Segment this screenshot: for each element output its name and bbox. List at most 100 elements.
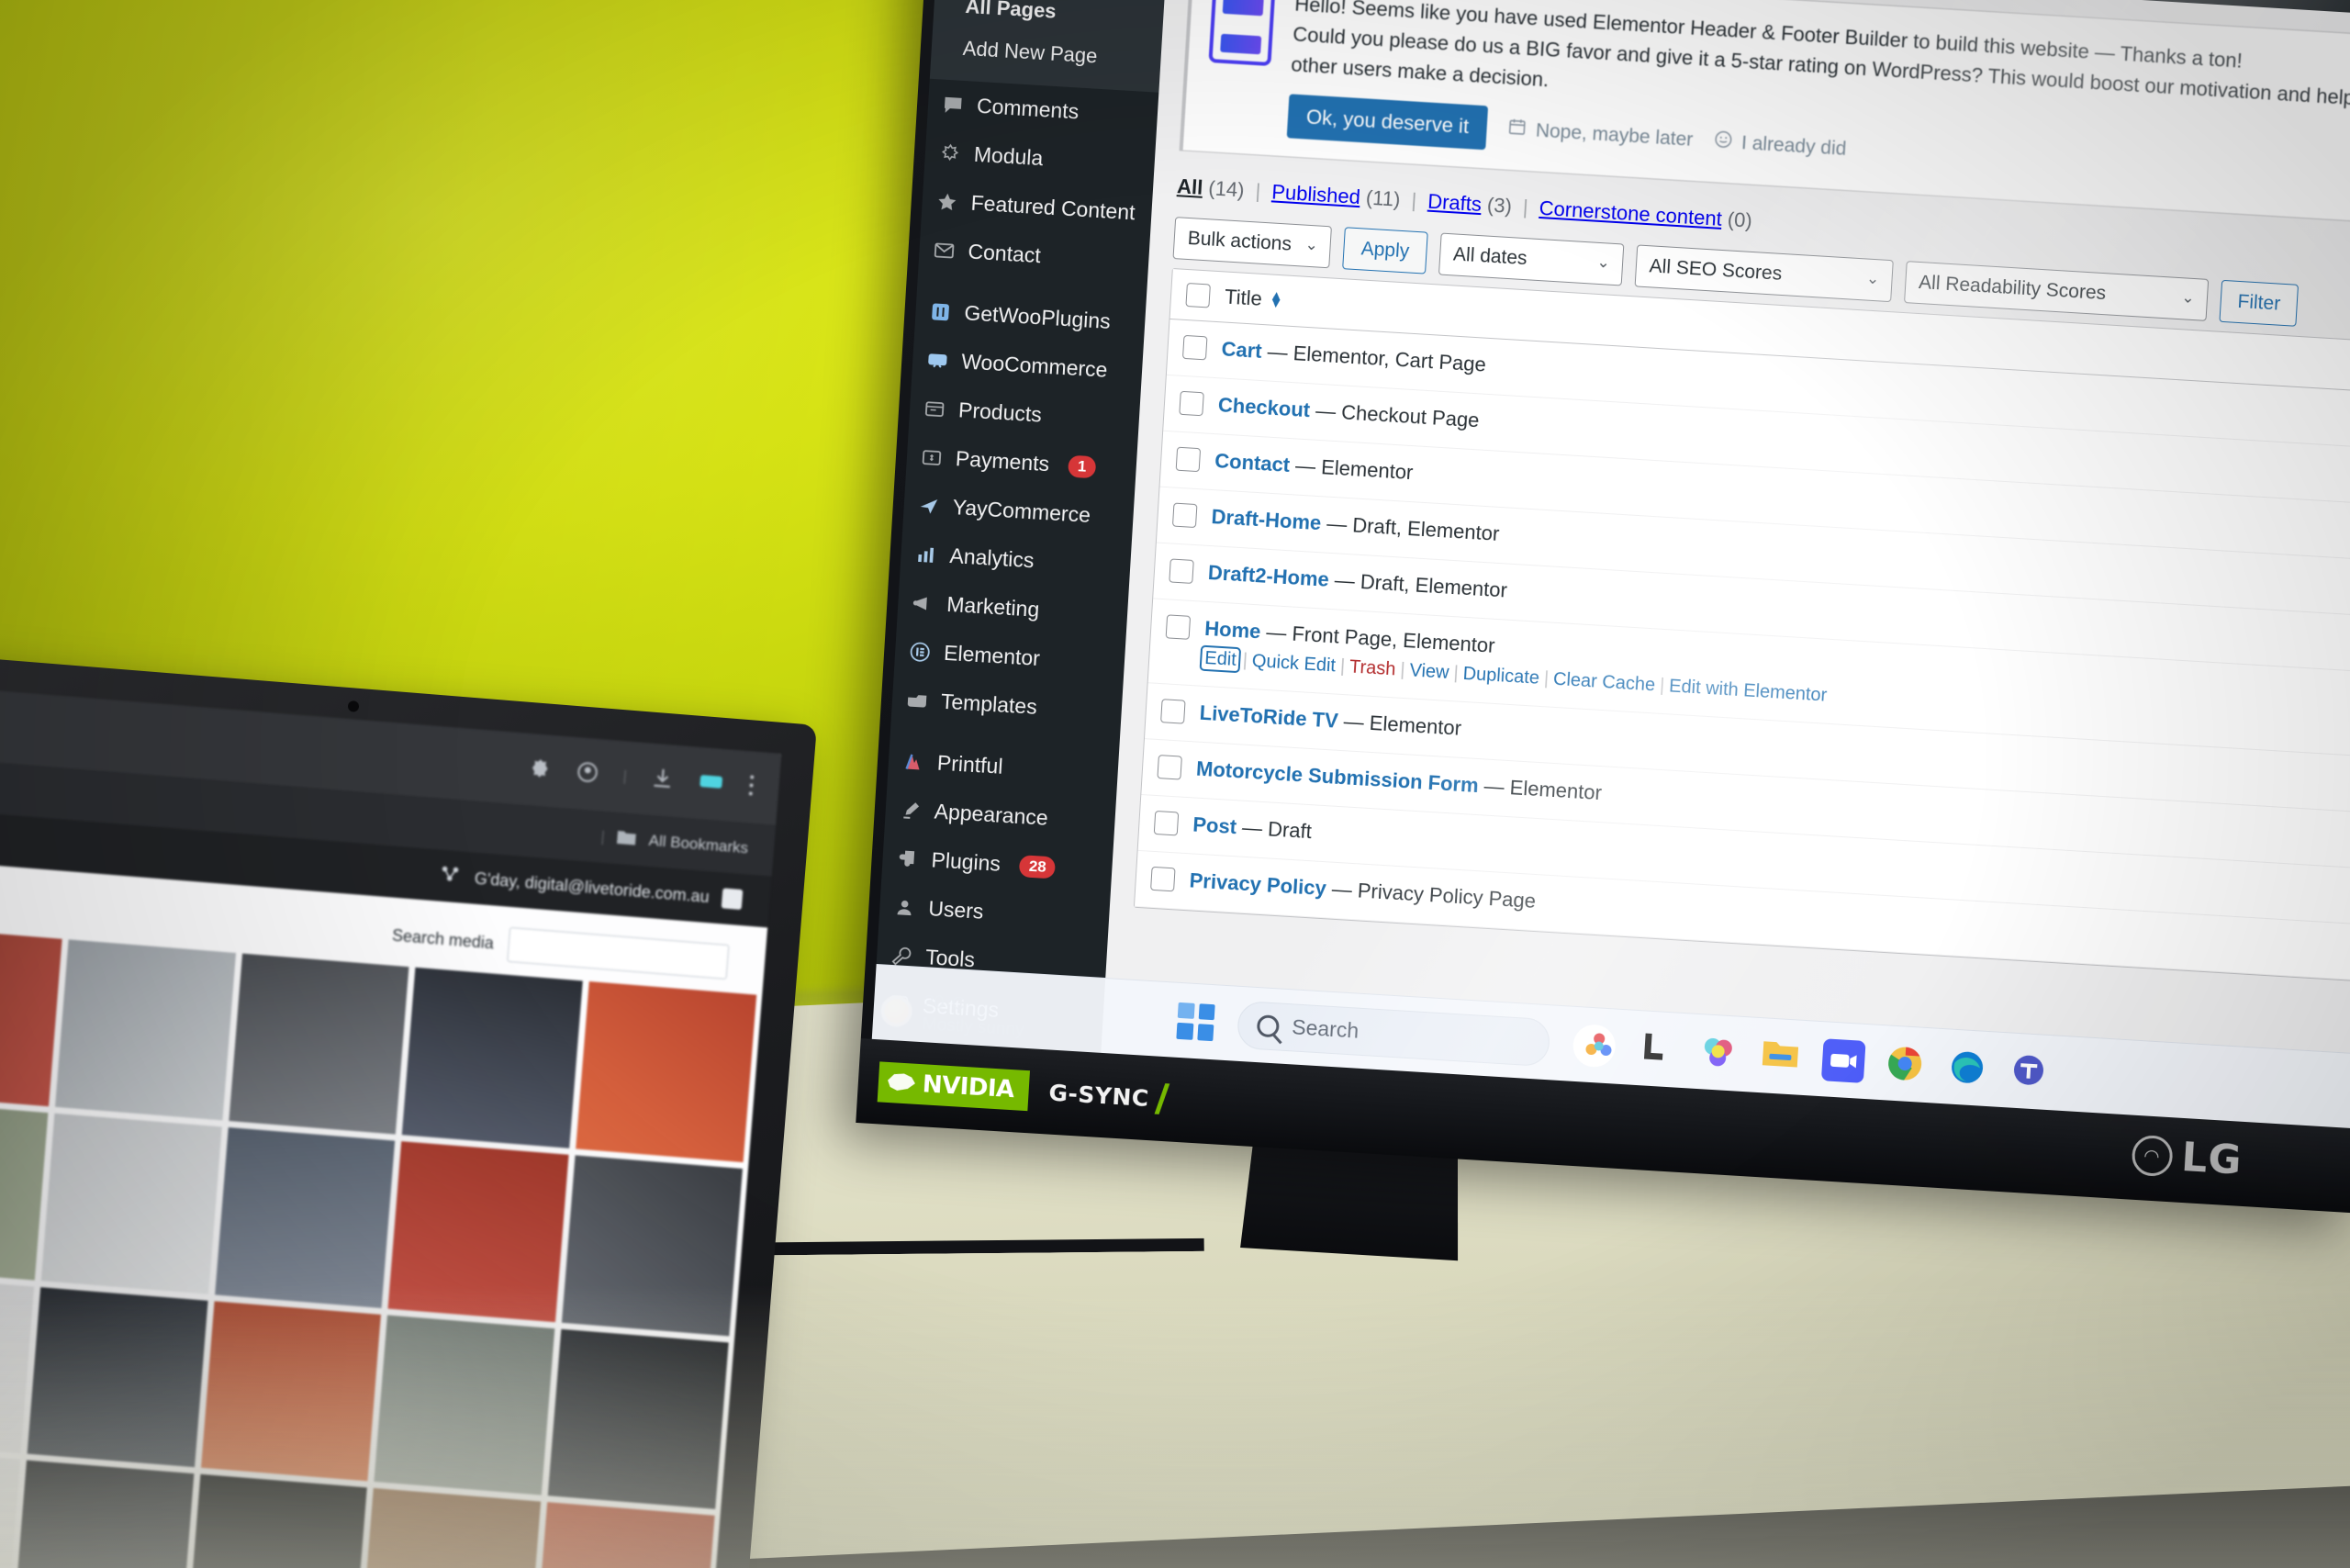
row-select-checkbox[interactable] — [1157, 755, 1182, 780]
account-avatar[interactable] — [721, 888, 744, 911]
filter-link-all[interactable]: All — [1177, 174, 1204, 199]
row-select-checkbox[interactable] — [1153, 810, 1180, 836]
filter-count-published: (11) — [1365, 185, 1402, 211]
media-thumbnail[interactable] — [0, 1099, 49, 1281]
readability-filter-value: All Readability Scores — [1918, 271, 2107, 305]
media-thumbnail[interactable] — [374, 1315, 555, 1496]
yaycommerce-icon — [916, 493, 942, 519]
media-thumbnail[interactable] — [186, 1474, 368, 1568]
account-email-label[interactable]: G'day, digital@livetoride.com.au — [474, 868, 710, 907]
row-action-duplicate[interactable]: Duplicate — [1462, 664, 1540, 689]
select-all-checkbox[interactable] — [1185, 282, 1211, 308]
tab-icon[interactable] — [698, 771, 725, 796]
page-title-link[interactable]: LiveToRide TV — Elementor — [1199, 701, 1462, 741]
media-thumbnail[interactable] — [360, 1488, 542, 1568]
row-action-edit[interactable]: Edit — [1199, 644, 1242, 674]
monitor-stand — [1240, 1140, 1459, 1261]
notice-later-link[interactable]: Nope, maybe later — [1506, 117, 1694, 153]
row-action-separator: | — [1242, 650, 1248, 671]
site-icon — [437, 861, 463, 891]
row-select-checkbox[interactable] — [1175, 446, 1202, 473]
analytics-icon — [913, 542, 939, 567]
windows-start-icon[interactable] — [1176, 1002, 1215, 1041]
row-select-checkbox[interactable] — [1171, 502, 1198, 529]
edge-icon[interactable] — [1946, 1046, 1991, 1091]
page-title-link[interactable]: Checkout — Checkout Page — [1217, 393, 1480, 432]
media-search-input[interactable] — [507, 926, 730, 980]
page-title-link[interactable]: Privacy Policy — Privacy Policy Page — [1189, 868, 1537, 913]
row-action-view[interactable]: View — [1409, 660, 1449, 683]
page-title-link[interactable]: Post — Draft — [1192, 812, 1313, 844]
page-title-text: Contact — [1214, 449, 1291, 477]
row-action-edit-with-elementor[interactable]: Edit with Elementor — [1669, 676, 1828, 705]
all-bookmarks-label[interactable]: All Bookmarks — [648, 832, 749, 858]
bulk-actions-select[interactable]: Bulk actions ⌄ — [1172, 217, 1333, 269]
envelope-icon — [932, 238, 957, 263]
row-select-checkbox[interactable] — [1181, 334, 1208, 361]
media-thumbnail[interactable] — [576, 981, 757, 1162]
taskbar-search-input[interactable]: Search — [1236, 1000, 1551, 1067]
row-action-quick-edit[interactable]: Quick Edit — [1251, 651, 1336, 676]
row-select-checkbox[interactable] — [1165, 614, 1192, 640]
media-thumbnail[interactable] — [547, 1328, 729, 1510]
seo-score-filter-select[interactable]: All SEO Scores ⌄ — [1634, 244, 1894, 303]
media-search-label: Search media — [391, 925, 495, 952]
filter-link-drafts[interactable]: Drafts — [1427, 190, 1483, 216]
page-title-text: Checkout — [1217, 393, 1311, 422]
readability-filter-select[interactable]: All Readability Scores ⌄ — [1903, 261, 2209, 321]
gsync-label: G-SYNC — [1047, 1079, 1150, 1112]
filter-link-published[interactable]: Published — [1271, 180, 1361, 208]
media-thumbnail[interactable] — [0, 1446, 20, 1568]
media-thumbnail[interactable] — [13, 1460, 194, 1568]
teams-icon[interactable] — [2009, 1049, 2053, 1094]
media-thumbnail[interactable] — [200, 1300, 382, 1482]
media-thumbnail[interactable] — [228, 953, 409, 1135]
media-thumbnail[interactable] — [402, 967, 584, 1148]
page-title-link[interactable]: Motorcycle Submission Form — Elementor — [1195, 757, 1602, 806]
sidebar-item-label: Featured Content — [969, 190, 1136, 225]
download-icon[interactable] — [649, 765, 675, 795]
media-thumbnail[interactable] — [214, 1126, 396, 1308]
nvidia-label: NVIDIA — [921, 1070, 1015, 1104]
page-title-link[interactable]: Draft-Home — Draft, Elementor — [1211, 505, 1500, 546]
media-thumbnail[interactable] — [40, 1113, 222, 1294]
media-thumbnail[interactable] — [27, 1286, 208, 1468]
row-select-checkbox[interactable] — [1160, 699, 1186, 724]
seo-score-filter-value: All SEO Scores — [1649, 255, 1783, 285]
row-action-clear-cache[interactable]: Clear Cache — [1552, 669, 1655, 696]
chrome-icon[interactable] — [1884, 1042, 1929, 1087]
media-thumbnail[interactable] — [533, 1502, 715, 1568]
date-filter-select[interactable]: All dates ⌄ — [1438, 232, 1625, 286]
sidebar-item-label: Products — [957, 398, 1043, 427]
row-action-trash[interactable]: Trash — [1348, 656, 1396, 679]
page-title-link[interactable]: Cart — Elementor, Cart Page — [1221, 337, 1487, 376]
page-title-link[interactable]: Draft2-Home — Draft, Elementor — [1207, 561, 1507, 603]
filter-link-cornerstone[interactable]: Cornerstone content — [1539, 196, 1722, 230]
apply-button[interactable]: Apply — [1342, 227, 1428, 274]
extensions-icon[interactable] — [527, 755, 553, 785]
laptop-screen: | | All Bookmarks G'day, digital@livetor… — [0, 683, 782, 1568]
photos-icon[interactable] — [1572, 1023, 1617, 1069]
media-thumbnail[interactable] — [54, 939, 236, 1121]
row-select-checkbox[interactable] — [1150, 866, 1176, 892]
row-select-checkbox[interactable] — [1169, 558, 1194, 584]
row-select-checkbox[interactable] — [1179, 390, 1204, 417]
media-thumbnail[interactable] — [562, 1155, 744, 1337]
wordpress-admin: LiveToRide 34 0 — [871, 0, 2350, 1129]
file-explorer-icon[interactable] — [1759, 1035, 1804, 1080]
more-menu-icon[interactable] — [746, 773, 755, 802]
profile-icon[interactable] — [575, 759, 600, 790]
media-thumbnail[interactable] — [0, 925, 62, 1106]
page-title-link[interactable]: Contact — Elementor — [1214, 449, 1415, 485]
column-header-title-label: Title — [1224, 285, 1263, 310]
media-thumbnail[interactable] — [387, 1140, 569, 1322]
notice-already-did-link[interactable]: I already did — [1712, 129, 1847, 162]
notice-accept-button[interactable]: Ok, you deserve it — [1286, 94, 1489, 151]
lightroom-icon[interactable] — [1634, 1026, 1679, 1071]
sidebar-item-label: Users — [927, 896, 985, 924]
copilot-icon[interactable] — [1696, 1031, 1741, 1076]
zoom-icon[interactable] — [1820, 1037, 1866, 1083]
taskbar-pinned-apps — [1572, 1023, 2053, 1093]
filter-button[interactable]: Filter — [2219, 279, 2300, 327]
column-header-title[interactable]: Title ▲ ▼ — [1224, 286, 1283, 313]
